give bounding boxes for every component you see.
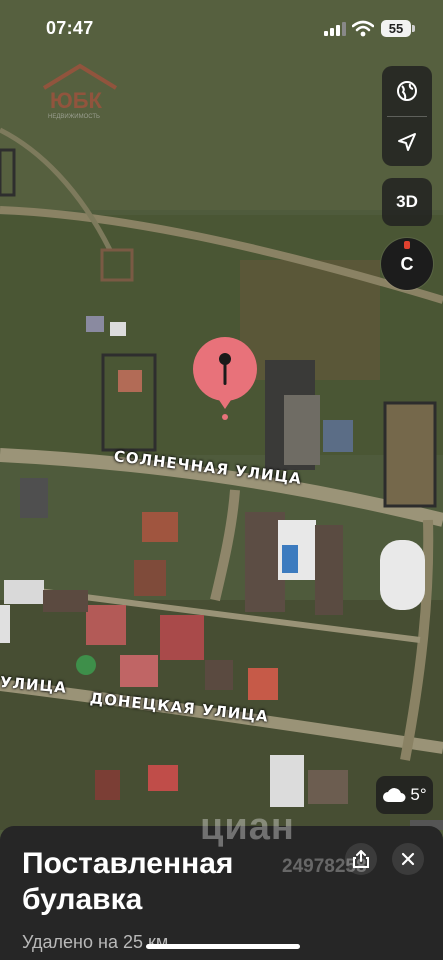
sheet-title: Поставленная булавка	[22, 847, 234, 916]
home-indicator	[146, 944, 300, 949]
controls-divider	[387, 115, 427, 117]
map-controls-group	[382, 66, 432, 166]
cellular-signal-icon	[324, 22, 346, 36]
cian-watermark: циан	[200, 806, 295, 848]
watermark-logo-subtitle: НЕДВИЖИМОСТЬ	[48, 114, 100, 120]
pin-icon	[192, 337, 257, 420]
weather-temperature: 5°	[410, 785, 427, 804]
globe-icon	[397, 80, 417, 101]
status-bar: 07:47 55	[0, 0, 443, 60]
cloud-icon	[383, 788, 406, 802]
battery-indicator: 55	[381, 20, 411, 37]
cian-watermark-number: 24978258	[282, 856, 367, 877]
map-type-button[interactable]	[382, 67, 432, 115]
location-arrow-icon	[398, 132, 416, 151]
compass-north-marker	[404, 241, 410, 249]
compass-button[interactable]: C	[381, 238, 433, 290]
dropped-pin-marker[interactable]	[191, 335, 259, 421]
3d-view-label: 3D	[396, 192, 418, 211]
battery-tip	[412, 25, 415, 32]
weather-widget[interactable]: 5°	[376, 776, 433, 814]
3d-view-button[interactable]: 3D	[382, 178, 432, 226]
sheet-distance: Удалено на 25 км	[22, 932, 169, 952]
status-time: 07:47	[46, 18, 94, 38]
current-location-button[interactable]	[382, 118, 432, 166]
close-icon	[401, 852, 415, 866]
close-button[interactable]	[392, 843, 424, 875]
compass-label: C	[400, 253, 414, 274]
realty-watermark-logo: ЮБК НЕДВИЖИМОСТЬ	[40, 62, 124, 124]
wifi-icon	[352, 20, 374, 37]
watermark-logo-text: ЮБК	[50, 88, 102, 113]
